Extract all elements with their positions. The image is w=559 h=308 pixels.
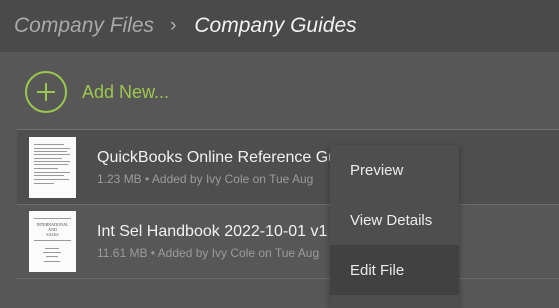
document-thumbnail[interactable] — [29, 136, 76, 198]
file-details: 1.23 MB • Added by Ivy Cole on Tue Aug — [97, 171, 314, 186]
file-context-menu: Preview View Details Edit File — [330, 145, 459, 308]
breadcrumb: Company Files › Company Guides — [0, 0, 559, 52]
file-meta: QuickBooks Online Reference Guide 1.23 M… — [97, 149, 358, 186]
add-new-button[interactable]: Add New... — [25, 69, 169, 115]
handbook-cover-thumbnail[interactable]: INTERNATIONAL AND SALES — [29, 211, 76, 272]
file-name[interactable]: Int Sel Handbook 2022-10-01 v1 — [97, 223, 327, 241]
breadcrumb-chevron-icon: › — [170, 15, 177, 36]
page-title: Company Guides — [194, 14, 357, 37]
file-name[interactable]: QuickBooks Online Reference Guide — [97, 149, 358, 167]
file-row[interactable]: INTERNATIONAL AND SALES Int Sel Handbook 2… — [17, 204, 559, 279]
add-new-label[interactable]: Add New... — [82, 82, 169, 103]
file-meta: Int Sel Handbook 2022-10-01 v1 11.61 MB … — [97, 223, 327, 260]
file-details: 11.61 MB • Added by Ivy Cole on Tue Aug — [97, 246, 320, 260]
file-row[interactable]: QuickBooks Online Reference Guide 1.23 M… — [17, 129, 559, 204]
menu-item-preview[interactable]: Preview — [330, 145, 459, 195]
file-list: QuickBooks Online Reference Guide 1.23 M… — [17, 129, 559, 279]
plus-circle-icon[interactable] — [25, 71, 67, 113]
menu-item-edit-file[interactable]: Edit File — [330, 245, 459, 295]
breadcrumb-root-link[interactable]: Company Files — [14, 14, 154, 38]
menu-item-view-details[interactable]: View Details — [330, 195, 459, 245]
